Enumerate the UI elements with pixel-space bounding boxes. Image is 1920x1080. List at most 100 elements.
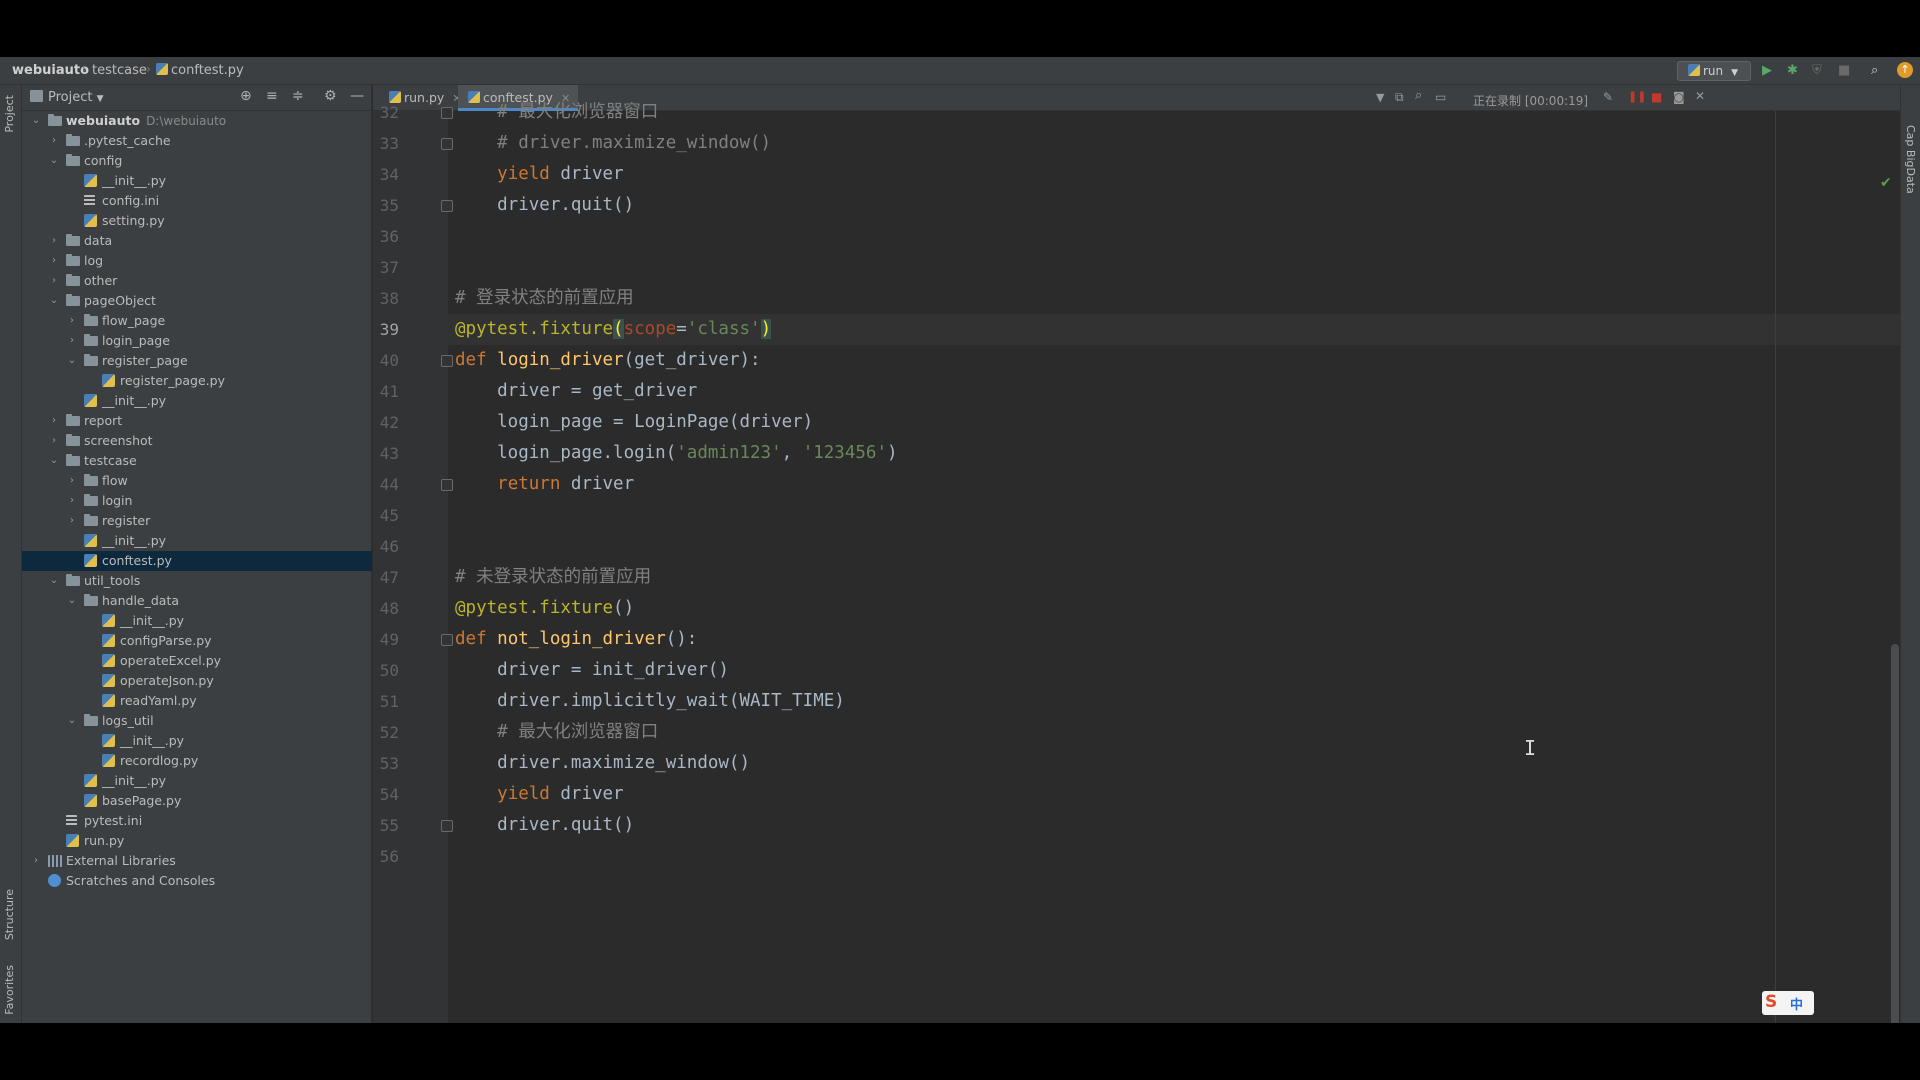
fold-marker-icon[interactable] [441,138,453,150]
code-line[interactable]: login_page.login('admin123', '123456') [448,438,1900,469]
tree-folder-item[interactable]: ⌄ logs_util [22,711,372,731]
tree-file-item[interactable]: config.ini [22,191,372,211]
update-icon[interactable]: ↑ [1897,62,1913,78]
code-line[interactable]: # 登录状态的前置应用 [448,283,1900,314]
chevron-right-icon[interactable]: › [66,511,78,531]
run-icon[interactable]: ▶ [1762,63,1772,79]
tree-file-item[interactable]: conftest.py [22,551,372,571]
code-line[interactable]: login_page = LoginPage(driver) [448,407,1900,438]
chevron-right-icon[interactable]: › [48,231,60,251]
chevron-down-icon[interactable]: ⌄ [48,291,60,311]
tree-file-item[interactable]: run.py [22,831,372,851]
chevron-down-icon[interactable]: ⌄ [66,711,78,731]
chevron-right-icon[interactable]: › [48,131,60,151]
code-line[interactable]: yield driver [448,779,1900,810]
hide-icon[interactable]: — [350,88,364,104]
code-line[interactable] [448,531,1900,562]
tree-folder-item[interactable]: ⌄ pageObject [22,291,372,311]
tree-file-item[interactable]: operateExcel.py [22,651,372,671]
favorites-tool-tab[interactable]: Favorites [3,965,16,1015]
code-line[interactable] [448,252,1900,283]
run-configuration-dropdown[interactable]: run ▼ [1677,61,1751,81]
chevron-down-icon[interactable]: ⌄ [66,351,78,371]
fold-marker-icon[interactable] [441,200,453,212]
tree-file-item[interactable]: __init__.py [22,391,372,411]
search-icon[interactable]: ⌕ [1871,63,1878,79]
tree-folder-item[interactable]: › login [22,491,372,511]
locate-icon[interactable]: ⊕ [240,88,252,104]
tree-file-item[interactable]: __init__.py [22,531,372,551]
project-view-selector[interactable]: Project ▼ [48,90,104,105]
tree-folder-item[interactable]: ⌄ config [22,151,372,171]
code-line[interactable]: # 未登录状态的前置应用 [448,562,1900,593]
tree-folder-item[interactable]: ⌄ register_page [22,351,372,371]
tree-file-item[interactable]: readYaml.py [22,691,372,711]
chevron-right-icon[interactable]: › [48,431,60,451]
inspection-ok-icon[interactable]: ✔ [1880,175,1892,191]
code-line[interactable]: @pytest.fixture() [448,593,1900,624]
expand-all-icon[interactable]: ≡ [266,88,278,104]
fold-marker-icon[interactable] [441,820,453,832]
code-line[interactable]: driver.quit() [448,190,1900,221]
chevron-down-icon[interactable]: ⌄ [48,451,60,471]
chevron-right-icon[interactable]: › [66,311,78,331]
code-line[interactable]: driver = get_driver [448,376,1900,407]
code-line[interactable] [448,841,1900,872]
code-line[interactable]: # 最大化浏览器窗口 [448,717,1900,748]
tree-folder-item[interactable]: ⌄ webuiauto D:\webuiauto [22,111,372,131]
chevron-right-icon[interactable]: › [66,491,78,511]
code-line[interactable]: # driver.maximize_window() [448,128,1900,159]
tree-file-item[interactable]: › External Libraries [22,851,372,871]
project-tool-tab[interactable]: Project [3,95,16,133]
tree-file-item[interactable]: __init__.py [22,611,372,631]
breadcrumb-folder[interactable]: testcase [92,63,147,78]
tree-folder-item[interactable]: › flow_page [22,311,372,331]
tree-file-item[interactable]: Scratches and Consoles [22,871,372,891]
tree-file-item[interactable]: operateJson.py [22,671,372,691]
fold-marker-icon[interactable] [441,479,453,491]
code-line[interactable] [448,221,1900,252]
tree-folder-item[interactable]: › other [22,271,372,291]
editor-scrollbar[interactable] [1891,644,1899,1023]
chevron-right-icon[interactable]: › [66,471,78,491]
tree-folder-item[interactable]: › register [22,511,372,531]
tree-file-item[interactable]: __init__.py [22,171,372,191]
stop-icon[interactable]: ■ [1838,63,1850,79]
code-line[interactable]: driver.implicitly_wait(WAIT_TIME) [448,686,1900,717]
chevron-right-icon[interactable]: › [48,271,60,291]
chevron-down-icon[interactable]: ⌄ [48,151,60,171]
tree-folder-item[interactable]: › flow [22,471,372,491]
code-line[interactable] [448,500,1900,531]
tree-file-item[interactable]: __init__.py [22,771,372,791]
coverage-icon[interactable]: ⛨ [1812,63,1822,79]
tree-file-item[interactable]: basePage.py [22,791,372,811]
ime-indicator[interactable]: S 中 [1762,991,1814,1015]
code-line[interactable]: driver.maximize_window() [448,748,1900,779]
code-line[interactable]: driver.quit() [448,810,1900,841]
tree-folder-item[interactable]: › data [22,231,372,251]
tree-folder-item[interactable]: › log [22,251,372,271]
code-line[interactable]: yield driver [448,159,1900,190]
gear-icon[interactable]: ⚙ [324,88,337,104]
chevron-right-icon[interactable]: › [30,851,42,871]
tree-folder-item[interactable]: ⌄ util_tools [22,571,372,591]
debug-icon[interactable]: ✱ [1787,63,1798,79]
chevron-down-icon[interactable]: ⌄ [66,591,78,611]
fold-marker-icon[interactable] [441,355,453,367]
collapse-all-icon[interactable]: ≑ [292,88,304,104]
chevron-down-icon[interactable]: ⌄ [30,111,42,131]
code-line[interactable]: def login_driver(get_driver): [448,345,1900,376]
code-line[interactable]: def not_login_driver(): [448,624,1900,655]
tree-folder-item[interactable]: › .pytest_cache [22,131,372,151]
chevron-right-icon[interactable]: › [48,411,60,431]
tree-folder-item[interactable]: ⌄ testcase [22,451,372,471]
tree-file-item[interactable]: __init__.py [22,731,372,751]
code-editor[interactable]: # 最大化浏览器窗口 # driver.maximize_window() yi… [448,102,1900,1023]
tree-folder-item[interactable]: ⌄ handle_data [22,591,372,611]
code-line[interactable]: @pytest.fixture(scope='class') [448,314,1900,345]
breadcrumb-file[interactable]: conftest.py [156,63,244,78]
chevron-right-icon[interactable]: › [48,251,60,271]
tree-folder-item[interactable]: › screenshot [22,431,372,451]
chevron-down-icon[interactable]: ⌄ [48,571,60,591]
tree-folder-item[interactable]: › report [22,411,372,431]
